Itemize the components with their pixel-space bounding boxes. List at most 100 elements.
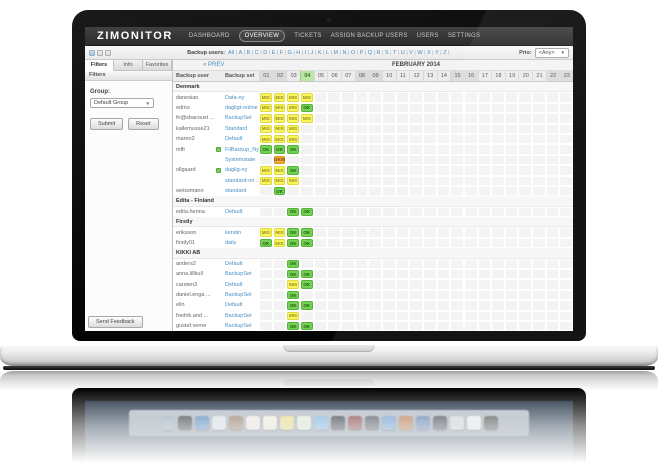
letter-filter-r[interactable]: R — [376, 50, 380, 56]
status-badge-mis[interactable]: MIS — [274, 114, 286, 122]
status-badge-ok[interactable]: OK — [301, 104, 313, 112]
status-badge-ok[interactable]: OK — [287, 291, 299, 299]
sidebar-tab-filters[interactable]: Filters — [85, 60, 114, 71]
letter-filter-k[interactable]: K — [318, 50, 322, 56]
status-badge-ok[interactable]: OK — [274, 187, 286, 195]
status-badge-ok[interactable]: OK — [287, 322, 299, 330]
status-badge-mis[interactable]: MIS — [260, 104, 272, 112]
status-badge-ok[interactable]: OK — [287, 239, 299, 247]
letter-filter-n[interactable]: N — [342, 50, 346, 56]
status-badge-mis[interactable]: MIS — [274, 125, 286, 133]
status-badge-mis[interactable]: MIS — [287, 104, 299, 112]
nav-item-settings[interactable]: SETTINGS — [448, 33, 480, 39]
status-badge-ok[interactable]: OK — [287, 208, 299, 216]
collapse-icon[interactable]: - — [216, 168, 221, 173]
letter-filter-u[interactable]: U — [401, 50, 405, 56]
status-badge-mis[interactable]: MIS — [260, 125, 272, 133]
status-badge-ok[interactable]: OK — [301, 322, 313, 330]
backup-set-link[interactable]: BackupSet — [223, 269, 259, 279]
letter-filter-i[interactable]: I — [305, 50, 307, 56]
letter-filter-s[interactable]: S — [385, 50, 389, 56]
status-badge-ok[interactable]: OK — [287, 228, 299, 236]
letter-filter-x[interactable]: X — [427, 50, 431, 56]
status-badge-ok[interactable]: OK — [274, 145, 286, 153]
prev-month-link[interactable]: « PREV — [203, 62, 224, 68]
status-badge-ok[interactable]: OK — [301, 301, 313, 309]
status-badge-ok[interactable]: OK — [301, 280, 313, 288]
status-badge-mis[interactable]: MIS — [287, 280, 299, 288]
backup-set-link[interactable]: Default — [223, 134, 259, 144]
backup-set-link[interactable]: kerstin — [223, 227, 259, 237]
letter-filter-z[interactable]: Z — [443, 50, 446, 56]
view-toggle-icon[interactable] — [97, 50, 103, 56]
status-badge-mis[interactable]: MIS — [260, 166, 272, 174]
letter-filter-v[interactable]: V — [409, 50, 413, 56]
nav-item-dashboard[interactable]: DASHBOARD — [189, 33, 230, 39]
collapse-icon[interactable]: - — [216, 147, 221, 152]
status-badge-mis[interactable]: MIS — [301, 114, 313, 122]
letter-filter-d[interactable]: D — [263, 50, 267, 56]
letter-filter-j[interactable]: J — [311, 50, 314, 56]
status-badge-mis[interactable]: MIS — [287, 135, 299, 143]
view-toggle-icon[interactable] — [89, 50, 95, 56]
sidebar-tab-favorites[interactable]: Favorites — [143, 60, 172, 71]
letter-filter-t[interactable]: T — [393, 50, 396, 56]
letter-filter-q[interactable]: Q — [368, 50, 372, 56]
nav-item-assign-backup-users[interactable]: ASSIGN BACKUP USERS — [331, 33, 408, 39]
status-badge-ok[interactable]: OK — [260, 145, 272, 153]
status-badge-mis[interactable]: MIS — [274, 104, 286, 112]
backup-set-link[interactable]: standard-on ... — [223, 176, 259, 186]
prio-select[interactable]: <Any> ▼ — [535, 48, 569, 58]
nav-item-tickets[interactable]: TICKETS — [294, 33, 321, 39]
status-badge-mis[interactable]: MIS — [274, 166, 286, 174]
status-badge-mis[interactable]: MIS — [287, 177, 299, 185]
status-badge-ok[interactable]: OK — [301, 270, 313, 278]
status-badge-ok[interactable]: OK — [287, 260, 299, 268]
backup-set-link[interactable]: standard — [223, 186, 259, 196]
backup-set-link[interactable]: BackupSet — [223, 311, 259, 321]
status-badge-ok[interactable]: OK — [287, 145, 299, 153]
backup-set-link[interactable]: Default — [223, 300, 259, 310]
letter-filter-all[interactable]: All — [228, 50, 234, 56]
view-toggle-icon[interactable] — [105, 50, 111, 56]
letter-filter-b[interactable]: B — [247, 50, 251, 56]
backup-set-link[interactable]: BackupSet — [223, 113, 259, 123]
status-badge-ok[interactable]: OK — [260, 239, 272, 247]
letter-filter-m[interactable]: M — [333, 50, 338, 56]
backup-set-link[interactable]: daglig-ny — [223, 165, 259, 175]
status-badge-ok[interactable]: OK — [301, 208, 313, 216]
backup-set-link[interactable]: BackupSet — [223, 321, 259, 331]
nav-item-users[interactable]: USERS — [417, 33, 439, 39]
status-badge-mis[interactable]: MIS — [287, 93, 299, 101]
backup-set-link[interactable]: Systemstate — [223, 155, 259, 165]
status-badge-okw[interactable]: OKW — [274, 156, 286, 164]
backup-set-link[interactable]: Data-ny — [223, 92, 259, 102]
status-badge-mis[interactable]: MIS — [274, 93, 286, 101]
sidebar-tab-info[interactable]: Info — [114, 60, 143, 71]
letter-filter-w[interactable]: W — [417, 50, 422, 56]
status-badge-ok[interactable]: OK — [301, 239, 313, 247]
send-feedback-button[interactable]: Send Feedback — [88, 316, 143, 328]
status-badge-mis[interactable]: MIS — [287, 312, 299, 320]
status-badge-mis[interactable]: MIS — [287, 114, 299, 122]
backup-set-link[interactable]: Default — [223, 259, 259, 269]
status-badge-mis[interactable]: MIS — [274, 228, 286, 236]
backup-set-link[interactable]: daily — [223, 238, 259, 248]
status-badge-ok[interactable]: OK — [287, 270, 299, 278]
letter-filter-o[interactable]: O — [351, 50, 355, 56]
letter-filter-c[interactable]: C — [255, 50, 259, 56]
backup-set-link[interactable]: BackupSet — [223, 290, 259, 300]
status-badge-mis[interactable]: MIS — [260, 135, 272, 143]
letter-filter-l[interactable]: L — [326, 50, 329, 56]
backup-set-link[interactable]: Default — [223, 279, 259, 289]
status-badge-mis[interactable]: MIS — [260, 228, 272, 236]
backup-set-link[interactable]: FilBackup_Ny — [223, 144, 259, 154]
letter-filter-e[interactable]: E — [272, 50, 276, 56]
backup-set-link[interactable]: dagligt-online — [223, 103, 259, 113]
letter-filter-p[interactable]: P — [360, 50, 364, 56]
backup-set-link[interactable]: Default — [223, 207, 259, 217]
group-select[interactable]: Default Group ▼ — [90, 98, 154, 108]
letter-filter-y[interactable]: Y — [435, 50, 439, 56]
status-badge-ok[interactable]: OK — [301, 228, 313, 236]
nav-item-overview[interactable]: OVERVIEW — [239, 30, 286, 42]
